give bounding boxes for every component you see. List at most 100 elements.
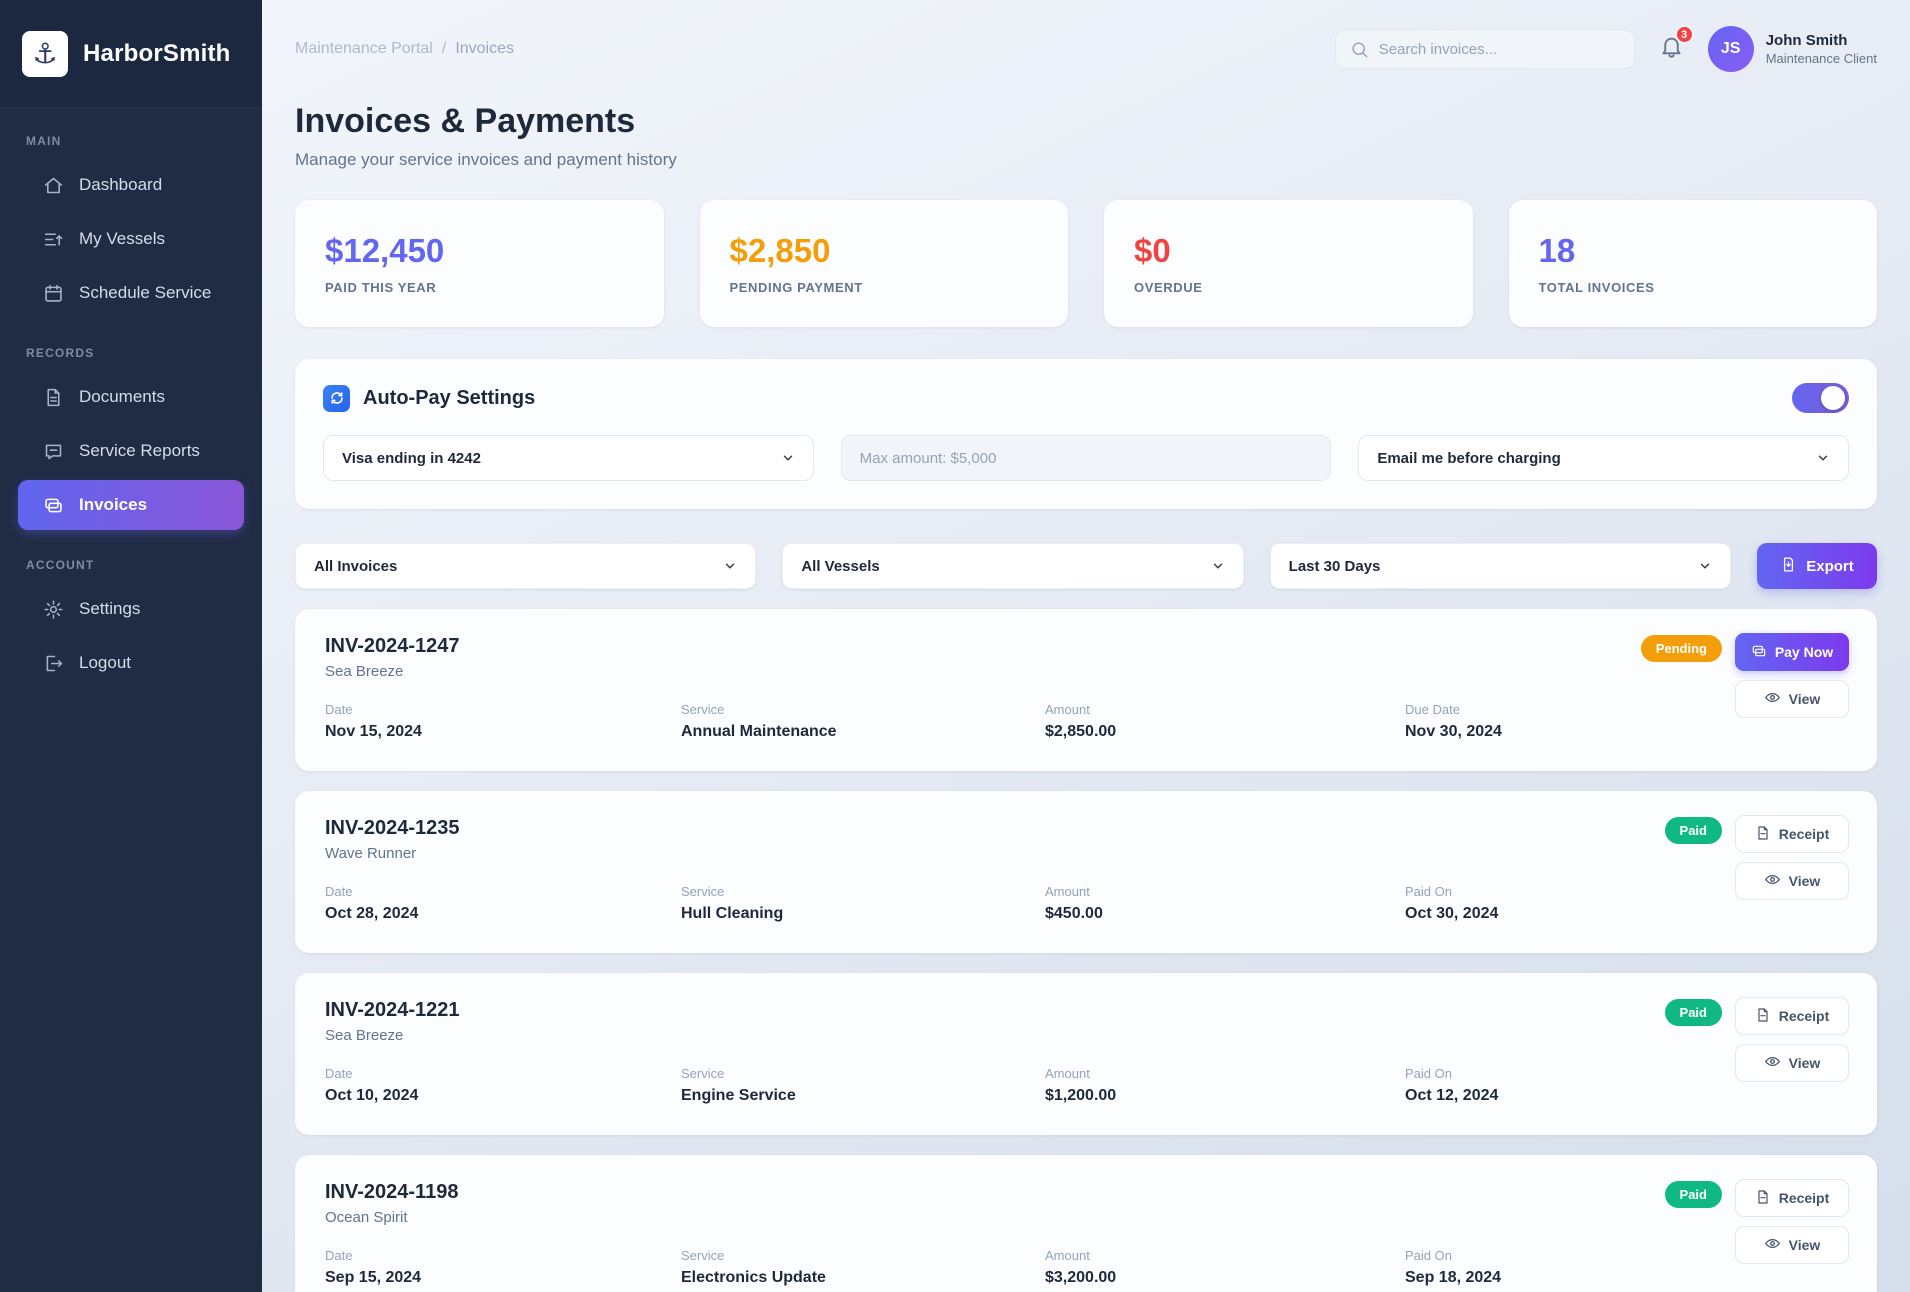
field-label: Date [325, 1248, 681, 1263]
receipt-label: Receipt [1779, 1008, 1830, 1024]
max-amount-input[interactable] [860, 450, 1313, 467]
chevron-down-icon [723, 559, 737, 573]
topbar: Maintenance Portal / Invoices 3 JS John … [262, 0, 1910, 72]
invoice-date: Oct 10, 2024 [325, 1087, 681, 1105]
notification-option-select[interactable]: Email me before charging [1358, 435, 1849, 481]
invoice-date: Oct 28, 2024 [325, 905, 681, 923]
pay-now-label: Pay Now [1775, 644, 1833, 660]
stat-label: OVERDUE [1134, 280, 1443, 295]
search-icon [1350, 40, 1369, 59]
view-label: View [1789, 1237, 1821, 1253]
stat-value: $2,850 [730, 232, 1039, 270]
date-filter-value: Last 30 Days [1289, 558, 1381, 575]
status-badge: Pending [1641, 635, 1722, 662]
view-label: View [1789, 873, 1821, 889]
view-button[interactable]: View [1735, 1226, 1849, 1264]
user-role: Maintenance Client [1766, 51, 1877, 66]
vessel-filter-select[interactable]: All Vessels [782, 543, 1243, 589]
status-badge: Paid [1665, 817, 1722, 844]
autopay-toggle[interactable] [1792, 383, 1849, 413]
eye-icon [1764, 1235, 1781, 1255]
sidebar: ⚓ HarborSmith MAIN Dashboard My Vessels … [0, 0, 262, 1292]
stat-card-paid-this-year: $12,450 PAID THIS YEAR [295, 200, 664, 327]
invoice-amount: $3,200.00 [1045, 1269, 1405, 1287]
autopay-title: Auto-Pay Settings [363, 387, 535, 410]
view-button[interactable]: View [1735, 862, 1849, 900]
invoice-date: Sep 15, 2024 [325, 1269, 681, 1287]
status-badge: Paid [1665, 1181, 1722, 1208]
card-icon [1751, 643, 1767, 662]
sidebar-section-account: ACCOUNT [26, 558, 262, 572]
breadcrumb: Maintenance Portal / Invoices [295, 40, 514, 58]
breadcrumb-current: Invoices [455, 40, 514, 58]
chevron-down-icon [1211, 559, 1225, 573]
document-icon [42, 386, 64, 408]
chevron-down-icon [1698, 559, 1712, 573]
stat-value: $0 [1134, 232, 1443, 270]
sidebar-item-documents[interactable]: Documents [18, 372, 244, 422]
view-button[interactable]: View [1735, 1044, 1849, 1082]
receipt-button[interactable]: Receipt [1735, 997, 1849, 1035]
breadcrumb-separator: / [442, 40, 446, 58]
eye-icon [1764, 689, 1781, 709]
chevron-down-icon [1816, 451, 1830, 465]
invoice-id: INV-2024-1247 [325, 635, 1847, 658]
search-box [1335, 29, 1635, 69]
pay-now-button[interactable]: Pay Now [1735, 633, 1849, 671]
invoice-amount: $450.00 [1045, 905, 1405, 923]
stat-card-total-invoices: 18 TOTAL INVOICES [1509, 200, 1878, 327]
page-subtitle: Manage your service invoices and payment… [295, 150, 1877, 170]
invoice-vessel: Sea Breeze [325, 1027, 1847, 1044]
sidebar-item-logout[interactable]: Logout [18, 638, 244, 688]
invoice-id: INV-2024-1235 [325, 817, 1847, 840]
user-menu[interactable]: JS John Smith Maintenance Client [1708, 26, 1877, 72]
notification-badge: 3 [1675, 25, 1694, 44]
sidebar-item-label: Settings [79, 599, 140, 619]
stat-label: TOTAL INVOICES [1539, 280, 1848, 295]
home-icon [42, 174, 64, 196]
gear-icon [42, 598, 64, 620]
sidebar-item-dashboard[interactable]: Dashboard [18, 160, 244, 210]
view-button[interactable]: View [1735, 680, 1849, 718]
invoice-vessel: Sea Breeze [325, 663, 1847, 680]
vessel-filter-value: All Vessels [801, 558, 879, 575]
receipt-label: Receipt [1779, 826, 1830, 842]
brand-name: HarborSmith [83, 40, 231, 68]
invoice-vessel: Wave Runner [325, 845, 1847, 862]
date-filter-select[interactable]: Last 30 Days [1270, 543, 1731, 589]
field-label: Amount [1045, 702, 1405, 717]
sidebar-item-settings[interactable]: Settings [18, 584, 244, 634]
breadcrumb-parent[interactable]: Maintenance Portal [295, 40, 433, 58]
sidebar-section-main: MAIN [26, 134, 262, 148]
sidebar-item-invoices[interactable]: Invoices [18, 480, 244, 530]
receipt-button[interactable]: Receipt [1735, 1179, 1849, 1217]
sidebar-item-label: Logout [79, 653, 131, 673]
calendar-icon [42, 282, 64, 304]
export-button[interactable]: Export [1757, 543, 1877, 589]
sidebar-item-my-vessels[interactable]: My Vessels [18, 214, 244, 264]
stat-value: 18 [1539, 232, 1848, 270]
sidebar-item-service-reports[interactable]: Service Reports [18, 426, 244, 476]
max-amount-field-wrap [841, 435, 1332, 481]
notifications-button[interactable]: 3 [1659, 34, 1684, 64]
sidebar-item-label: Service Reports [79, 441, 200, 461]
report-icon [42, 440, 64, 462]
sidebar-item-label: Documents [79, 387, 165, 407]
invoice-service: Engine Service [681, 1087, 1045, 1105]
invoice-filter-select[interactable]: All Invoices [295, 543, 756, 589]
logout-icon [42, 652, 64, 674]
invoice-service: Annual Maintenance [681, 723, 1045, 741]
anchor-icon: ⚓ [22, 31, 68, 77]
payment-method-select[interactable]: Visa ending in 4242 [323, 435, 814, 481]
invoice-paid-date: Oct 30, 2024 [1405, 905, 1677, 923]
receipt-icon [1755, 1007, 1771, 1026]
invoice-paid-date: Sep 18, 2024 [1405, 1269, 1677, 1287]
sidebar-item-schedule-service[interactable]: Schedule Service [18, 268, 244, 318]
stat-value: $12,450 [325, 232, 634, 270]
brand-header: ⚓ HarborSmith [0, 0, 262, 108]
field-label: Amount [1045, 884, 1405, 899]
field-label: Amount [1045, 1066, 1405, 1081]
search-input[interactable] [1379, 41, 1620, 58]
receipt-icon [1755, 825, 1771, 844]
receipt-button[interactable]: Receipt [1735, 815, 1849, 853]
